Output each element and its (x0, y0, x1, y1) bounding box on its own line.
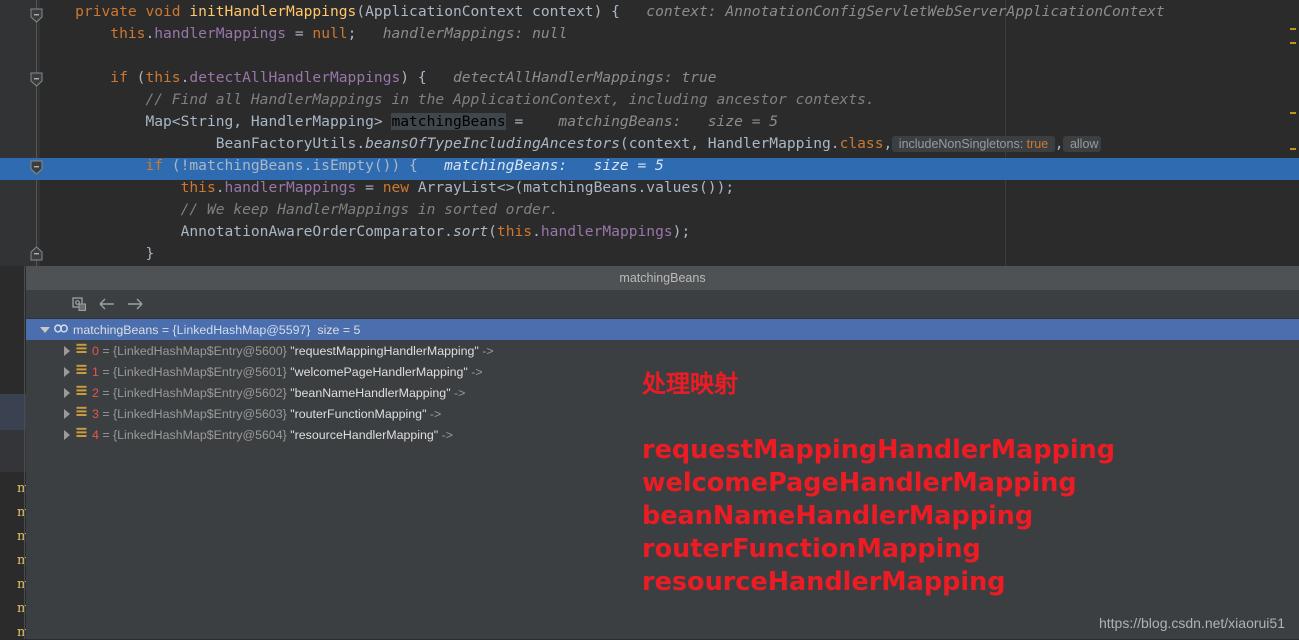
entry-arrow: -> (467, 364, 483, 379)
map-entry-icon (76, 361, 87, 382)
expand-toggle-icon[interactable] (60, 425, 74, 446)
screen-root: private void initHandlerMappings(Applica… (0, 0, 1299, 640)
code-line: this.handlerMappings = new ArrayList<>(m… (180, 179, 735, 196)
code-line: if (this.detectAllHandlerMappings) { det… (110, 69, 717, 86)
expand-toggle-icon[interactable] (38, 320, 52, 341)
entry-type: {LinkedHashMap$Entry@5601} (113, 364, 287, 379)
tree-node-type: {LinkedHashMap@5597} (172, 322, 311, 337)
code-text-area[interactable]: private void initHandlerMappings(Applica… (40, 0, 1299, 266)
expand-toggle-icon[interactable] (60, 404, 74, 425)
panel-toolbar[interactable] (26, 290, 1299, 319)
entry-index: 0 (92, 343, 99, 358)
map-entry-icon (76, 340, 87, 361)
annotation-line: requestMappingHandlerMapping (642, 435, 1115, 465)
tree-node-name: matchingBeans (73, 322, 159, 337)
code-line: private void initHandlerMappings(Applica… (75, 3, 1165, 20)
entry-type: {LinkedHashMap$Entry@5604} (113, 427, 287, 442)
entry-arrow: -> (478, 343, 494, 358)
code-editor[interactable]: private void initHandlerMappings(Applica… (0, 0, 1299, 266)
entry-key: "beanNameHandlerMapping" (286, 385, 451, 400)
map-icon (54, 319, 68, 340)
map-entry-icon (76, 382, 87, 403)
forward-arrow-icon[interactable] (124, 294, 146, 314)
entry-eq: = (98, 343, 114, 358)
entry-type: {LinkedHashMap$Entry@5603} (113, 406, 287, 421)
watermark: https://blog.csdn.net/xiaorui51 (1098, 615, 1285, 631)
annotation-line: routerFunctionMapping (642, 534, 981, 564)
entry-index: 3 (92, 406, 99, 421)
fold-gutter-line (36, 0, 37, 266)
entry-arrow: -> (450, 385, 466, 400)
strip-segment-highlight (0, 394, 26, 430)
map-entry-icon (76, 403, 87, 424)
entry-index: 4 (92, 427, 99, 442)
fold-marker-icon[interactable] (28, 160, 45, 177)
expand-toggle-icon[interactable] (60, 341, 74, 362)
editor-gutter[interactable] (0, 0, 40, 266)
code-line: this.handlerMappings = null; handlerMapp… (110, 25, 568, 42)
panel-title: matchingBeans (26, 266, 1299, 290)
entry-arrow: -> (438, 427, 453, 442)
annotation-heading: 处理映射 (642, 370, 738, 398)
strip-segment (0, 266, 26, 394)
annotation-line: welcomePageHandlerMapping (642, 468, 1077, 498)
annotation-line: beanNameHandlerMapping (642, 501, 1034, 531)
code-line: AnnotationAwareOrderComparator.sort(this… (180, 223, 691, 240)
entry-eq: = (98, 364, 114, 379)
entry-eq: = (98, 385, 114, 400)
entry-eq: = (98, 427, 114, 442)
tree-node-size: size = 5 (310, 322, 361, 337)
strip-divider (24, 266, 25, 639)
code-line: Map<String, HandlerMapping> matchingBean… (145, 113, 779, 130)
copy-value-icon[interactable] (68, 294, 90, 314)
error-stripe-mark[interactable] (1290, 112, 1296, 114)
tree-row[interactable]: 3 = {LinkedHashMap$Entry@5603} "routerFu… (26, 403, 1299, 424)
code-line: // Find all HandlerMappings in the Appli… (145, 91, 875, 108)
inlay-hint-chip[interactable]: allow (1063, 136, 1102, 152)
expand-toggle-icon[interactable] (60, 362, 74, 383)
entry-key: "requestMappingHandlerMapping" (286, 343, 479, 358)
code-line: // We keep HandlerMappings in sorted ord… (180, 201, 559, 218)
error-stripe-mark[interactable] (1290, 28, 1296, 30)
code-line: if (!matchingBeans.isEmpty()) { matching… (145, 157, 664, 174)
map-entry-icon (76, 424, 87, 445)
tree-row-root[interactable]: matchingBeans = {LinkedHashMap@5597} siz… (26, 319, 1299, 340)
annotation-line: resourceHandlerMapping (642, 567, 1006, 597)
inlay-hint-chip[interactable]: includeNonSingletons: true (892, 136, 1055, 152)
error-stripe-mark[interactable] (1290, 42, 1296, 44)
entry-key: "welcomePageHandlerMapping" (286, 364, 468, 379)
strip-segment (0, 430, 26, 472)
expand-toggle-icon[interactable] (60, 383, 74, 404)
background-editor-strip: mmmmmmm (0, 266, 29, 640)
error-stripe-mark[interactable] (1290, 148, 1296, 150)
back-arrow-icon[interactable] (96, 294, 118, 314)
entry-key: "routerFunctionMapping" (286, 406, 427, 421)
tree-node-eq: = (158, 322, 173, 337)
entry-eq: = (98, 406, 114, 421)
code-line: BeanFactoryUtils.beansOfTypeIncludingAnc… (40, 133, 1102, 155)
entry-index: 1 (92, 364, 99, 379)
entry-arrow: -> (426, 406, 442, 421)
entry-type: {LinkedHashMap$Entry@5600} (113, 343, 287, 358)
entry-key: "resourceHandlerMapping" (286, 427, 439, 442)
code-line: } (145, 245, 155, 262)
tree-row[interactable]: 0 = {LinkedHashMap$Entry@5600} "requestM… (26, 340, 1299, 361)
entry-type: {LinkedHashMap$Entry@5602} (113, 385, 287, 400)
entry-index: 2 (92, 385, 99, 400)
